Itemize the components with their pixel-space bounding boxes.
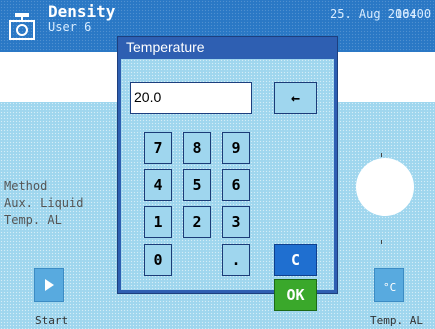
backspace-button[interactable]: ←: [274, 82, 317, 114]
temp-al-button[interactable]: °C: [374, 268, 404, 302]
info-aux-liquid: Aux. Liquid: [4, 196, 84, 210]
temperature-dialog: Temperature 20.0 ← 7 8 9 4 5 6 1 2 3 0 .…: [117, 36, 338, 311]
key-6[interactable]: 6: [222, 169, 250, 201]
thermometer-icon: °C: [383, 281, 396, 294]
info-temp: Temp. AL: [4, 213, 62, 227]
ok-button[interactable]: OK: [274, 279, 317, 311]
svg-text:°C: °C: [383, 281, 396, 294]
dialog-title: Temperature: [126, 39, 205, 55]
weighing-gauge: [356, 158, 414, 216]
info-method: Method: [4, 179, 48, 193]
key-8[interactable]: 8: [183, 132, 211, 164]
key-7[interactable]: 7: [144, 132, 172, 164]
key-0[interactable]: 0: [144, 244, 172, 276]
balance-screen: Density User 6 25. Aug 2004 16:00 g Meth…: [0, 0, 435, 329]
keypad-area: 20.0 ← 7 8 9 4 5 6 1 2 3 0 . C OK: [121, 59, 334, 311]
key-5[interactable]: 5: [183, 169, 211, 201]
arrow-left-icon: ←: [290, 89, 301, 107]
gauge-tick-bottom: [381, 240, 382, 244]
temperature-input[interactable]: 20.0: [130, 82, 252, 114]
start-label: Start: [35, 314, 69, 327]
key-4[interactable]: 4: [144, 169, 172, 201]
key-9[interactable]: 9: [222, 132, 250, 164]
play-icon: [45, 279, 54, 291]
key-3[interactable]: 3: [222, 206, 250, 238]
gauge-tick-top: [381, 153, 382, 157]
start-button[interactable]: [34, 268, 64, 302]
app-title: Density: [48, 2, 116, 21]
key-1[interactable]: 1: [144, 206, 172, 238]
temp-al-label: Temp. AL: [370, 314, 423, 327]
key-decimal[interactable]: .: [222, 244, 250, 276]
balance-icon: [9, 13, 35, 40]
key-2[interactable]: 2: [183, 206, 211, 238]
clear-button[interactable]: C: [274, 244, 317, 276]
user-label: User 6: [48, 20, 92, 34]
time-label: 16:00: [395, 7, 432, 21]
